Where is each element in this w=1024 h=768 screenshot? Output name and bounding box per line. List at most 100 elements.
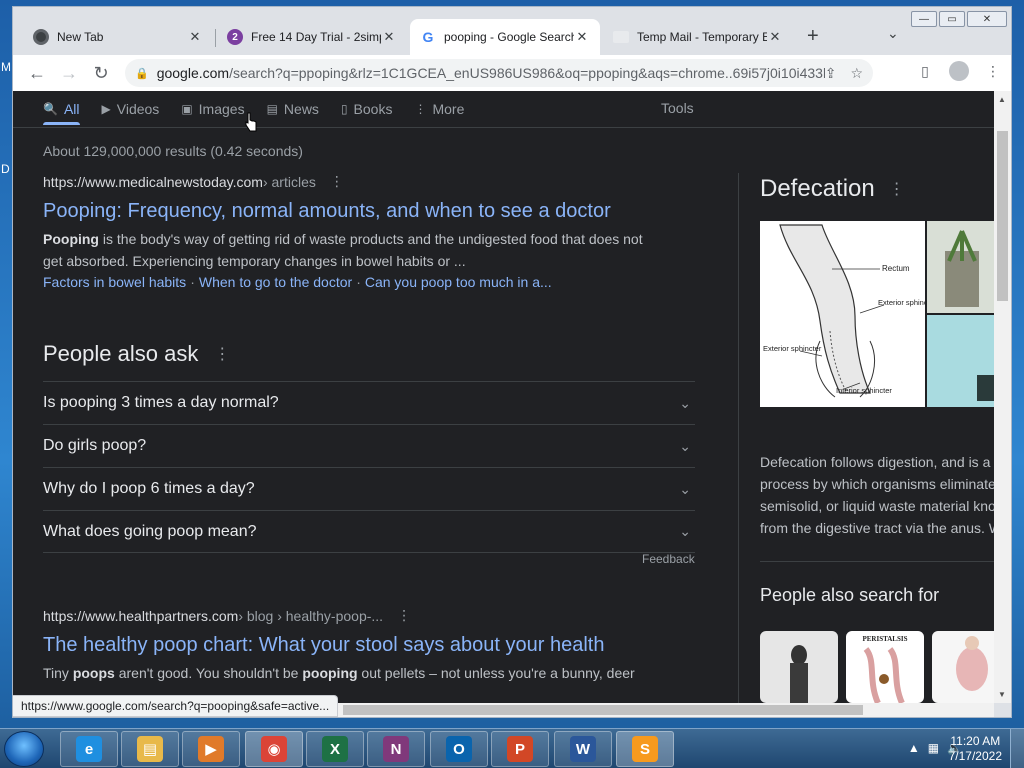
- taskbar-explorer-button[interactable]: ▤: [121, 731, 179, 767]
- paa-question[interactable]: Is pooping 3 times a day normal? ⌄: [43, 381, 695, 424]
- paa-question[interactable]: What does going poop mean? ⌄: [43, 510, 695, 553]
- tab-videos[interactable]: ▶ Videos: [102, 91, 160, 127]
- close-icon[interactable]: ✕: [767, 29, 783, 45]
- mail-icon: [613, 31, 629, 43]
- taskbar-excel-button[interactable]: X: [306, 731, 364, 767]
- taskbar-media-button[interactable]: ▶: [182, 731, 240, 767]
- tab-new-tab[interactable]: New Tab ✕: [23, 19, 213, 55]
- result-title-link[interactable]: Pooping: Frequency, normal amounts, and …: [43, 198, 663, 224]
- related-search-image[interactable]: [932, 631, 994, 703]
- result-snippet: Pooping is the body's way of getting rid…: [43, 231, 643, 269]
- new-tab-button[interactable]: +: [807, 25, 819, 48]
- knowledge-panel-title: Defecation ⋮: [760, 175, 905, 202]
- close-icon[interactable]: ✕: [187, 29, 203, 45]
- feedback-link[interactable]: Feedback: [642, 552, 695, 566]
- reload-button[interactable]: ↻: [85, 57, 117, 89]
- desktop-icon-label: M: [1, 60, 11, 74]
- sitelink[interactable]: Can you poop too much in a...: [365, 274, 552, 290]
- chevron-down-icon: ⌄: [679, 394, 691, 411]
- taskbar-chrome-button[interactable]: ◉: [245, 731, 303, 767]
- tab-title: New Tab: [57, 30, 104, 44]
- back-button[interactable]: ←: [21, 57, 53, 89]
- people-also-ask-heading: People also ask ⋮: [43, 341, 231, 366]
- explorer-icon: ▤: [137, 736, 163, 762]
- word-icon: W: [570, 736, 596, 762]
- sitelink[interactable]: When to go to the doctor: [199, 274, 352, 290]
- tab-news[interactable]: ▤ News: [267, 91, 319, 127]
- chrome-icon: [33, 29, 49, 45]
- profile-avatar[interactable]: [947, 59, 971, 83]
- more-vert-icon: ⋮: [414, 102, 427, 116]
- tab-more[interactable]: ⋮ More: [414, 91, 464, 127]
- result-title-link[interactable]: The healthy poop chart: What your stool …: [43, 632, 663, 658]
- people-also-ask-list: Is pooping 3 times a day normal? ⌄ Do gir…: [43, 381, 695, 553]
- show-desktop-button[interactable]: [1010, 729, 1024, 768]
- sitelinks: Factors in bowel habits · When to go to th…: [43, 274, 552, 290]
- tab-google-search[interactable]: G pooping - Google Search ✕: [410, 19, 600, 55]
- vertical-scrollbar[interactable]: ▲ ▼: [994, 91, 1011, 703]
- search-results-page: 🔍 All ▶ Videos ▣ Images ▤ News ▯ Books ⋮ More …: [13, 91, 994, 703]
- taskbar-word-button[interactable]: W: [554, 731, 612, 767]
- close-icon[interactable]: ✕: [381, 29, 397, 45]
- more-vert-icon[interactable]: ⋮: [889, 179, 905, 199]
- forward-button[interactable]: →: [53, 57, 85, 89]
- desktop-icon-label: D: [1, 162, 10, 176]
- taskbar-sublime-button[interactable]: S: [616, 731, 674, 767]
- url-text: google.com/search?q=ppoping&rlz=1C1GCEA_…: [156, 65, 825, 81]
- toilet-photo-image[interactable]: [927, 315, 994, 407]
- minimize-button[interactable]: —: [911, 11, 937, 27]
- search-icon: 🔍: [43, 102, 58, 116]
- tab-all[interactable]: 🔍 All: [43, 91, 80, 127]
- tools-button[interactable]: Tools: [661, 100, 694, 116]
- tab-images[interactable]: ▣ Images: [181, 91, 244, 127]
- book-icon: ▯: [340, 102, 348, 116]
- tab-search-icon[interactable]: ⌄: [887, 25, 899, 42]
- taskbar-powerpoint-button[interactable]: P: [491, 731, 549, 767]
- paa-question[interactable]: Why do I poop 6 times a day? ⌄: [43, 467, 695, 510]
- outlook-icon: O: [446, 736, 472, 762]
- tab-2simple[interactable]: 2 Free 14 Day Trial - 2simple ✕: [217, 19, 407, 55]
- google-icon: G: [420, 29, 436, 45]
- window-controls: — ▭ ✕: [911, 11, 1007, 27]
- taskbar-ie-button[interactable]: e: [60, 731, 118, 767]
- lock-icon[interactable]: 🔒: [135, 67, 149, 80]
- taskbar-outlook-button[interactable]: O: [430, 731, 488, 767]
- sublime-icon: S: [632, 736, 658, 762]
- share-icon[interactable]: ⇪: [825, 65, 837, 82]
- close-icon[interactable]: ✕: [574, 29, 590, 45]
- media-icon: ▶: [198, 736, 224, 762]
- menu-icon[interactable]: ⋮: [981, 59, 1005, 83]
- clock[interactable]: 11:20 AM 7/17/2022: [949, 734, 1002, 764]
- hand-cursor-icon: [245, 112, 257, 132]
- side-panel-icon[interactable]: ▯: [913, 59, 937, 83]
- related-search-image[interactable]: PERISTALSIS: [846, 631, 924, 703]
- more-vert-icon[interactable]: ⋮: [330, 173, 344, 190]
- maximize-button[interactable]: ▭: [939, 11, 965, 27]
- chevron-down-icon: ⌄: [679, 480, 691, 497]
- network-icon[interactable]: ▦: [928, 741, 939, 755]
- defecation-diagram-image[interactable]: Rectum Exterior sphincter Exterior sphin…: [760, 221, 937, 407]
- start-button[interactable]: [4, 731, 44, 767]
- powerpoint-icon: P: [507, 736, 533, 762]
- tab-strip: New Tab ✕ 2 Free 14 Day Trial - 2simple …: [13, 7, 1011, 55]
- people-also-search-heading: People also search for: [760, 585, 940, 605]
- chrome-icon: ◉: [261, 736, 287, 762]
- close-window-button[interactable]: ✕: [967, 11, 1007, 27]
- star-icon[interactable]: ☆: [850, 65, 863, 82]
- show-hidden-icons-icon[interactable]: ▲: [908, 741, 920, 755]
- paa-question[interactable]: Do girls poop? ⌄: [43, 424, 695, 467]
- more-vert-icon[interactable]: ⋮: [214, 344, 230, 364]
- diagram-label: Exterior sphincter: [763, 344, 822, 353]
- address-bar[interactable]: 🔒 google.com/search?q=ppoping&rlz=1C1GCE…: [125, 59, 873, 87]
- tab-title: Free 14 Day Trial - 2simple: [251, 30, 381, 44]
- related-search-image[interactable]: [760, 631, 838, 703]
- tab-temp-mail[interactable]: Temp Mail - Temporary Email ✕: [603, 19, 793, 55]
- svg-text:PERISTALSIS: PERISTALSIS: [862, 635, 907, 643]
- sitelink[interactable]: Factors in bowel habits: [43, 274, 186, 290]
- toilet-photo-image[interactable]: [927, 221, 994, 313]
- taskbar-onenote-button[interactable]: N: [367, 731, 425, 767]
- result-url[interactable]: https://www.healthpartners.com › blog › …: [43, 607, 663, 624]
- result-url[interactable]: https://www.medicalnewstoday.com › artic…: [43, 173, 663, 190]
- more-vert-icon[interactable]: ⋮: [397, 607, 411, 624]
- tab-books[interactable]: ▯ Books: [341, 91, 393, 127]
